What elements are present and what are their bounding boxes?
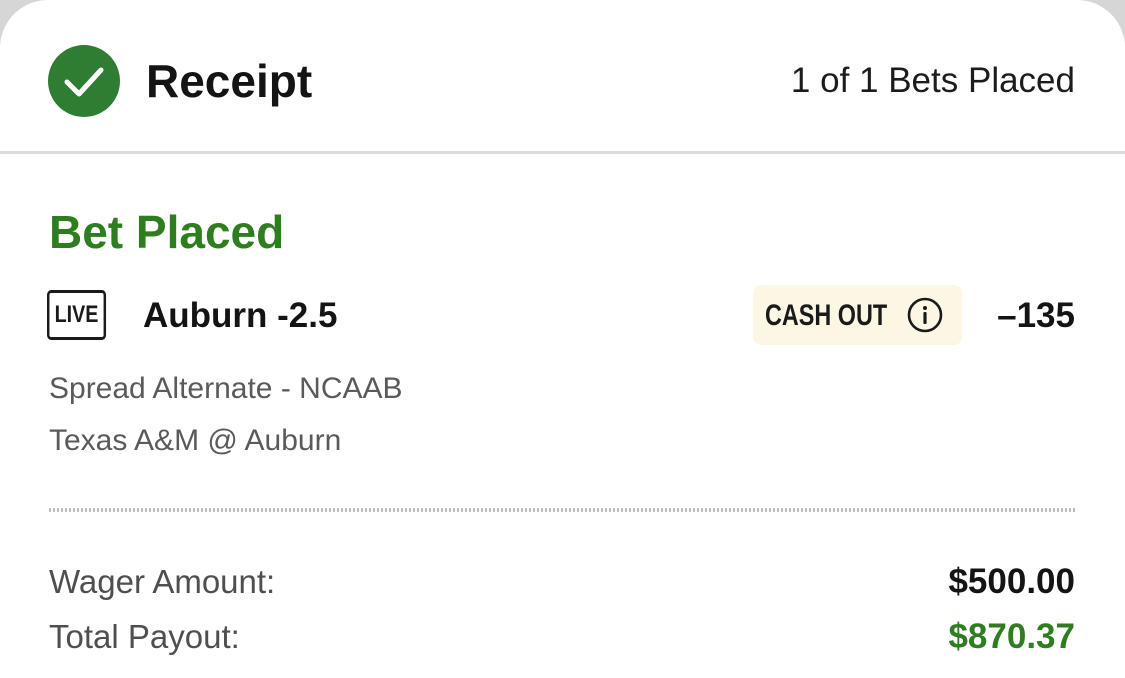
total-payout-label: Total Payout:: [49, 618, 240, 655]
check-circle-icon: [48, 45, 120, 117]
bet-market: Spread Alternate - NCAAB: [49, 372, 403, 405]
live-badge: LIVE: [47, 290, 107, 340]
receipt-sheet: Receipt 1 of 1 Bets Placed Bet Placed LI…: [0, 0, 1125, 678]
info-icon[interactable]: [906, 296, 944, 334]
live-badge-label: LIVE: [54, 301, 99, 328]
bet-selection: Auburn -2.5: [143, 296, 338, 335]
bets-placed-count: 1 of 1 Bets Placed: [790, 61, 1075, 100]
dotted-divider: [49, 508, 1077, 512]
bet-odds: –135: [997, 296, 1075, 335]
wager-amount-value: $500.00: [948, 562, 1075, 601]
cash-out-label: CASH OUT: [765, 299, 888, 332]
wager-amount-label: Wager Amount:: [49, 563, 276, 600]
bet-event: Texas A&M @ Auburn: [49, 424, 342, 457]
page-title: Receipt: [146, 55, 313, 107]
cash-out-button[interactable]: CASH OUT: [753, 285, 962, 345]
bet-status: Bet Placed: [49, 206, 285, 258]
receipt-header: Receipt 1 of 1 Bets Placed: [0, 0, 1125, 154]
total-payout-value: $870.37: [948, 617, 1075, 656]
